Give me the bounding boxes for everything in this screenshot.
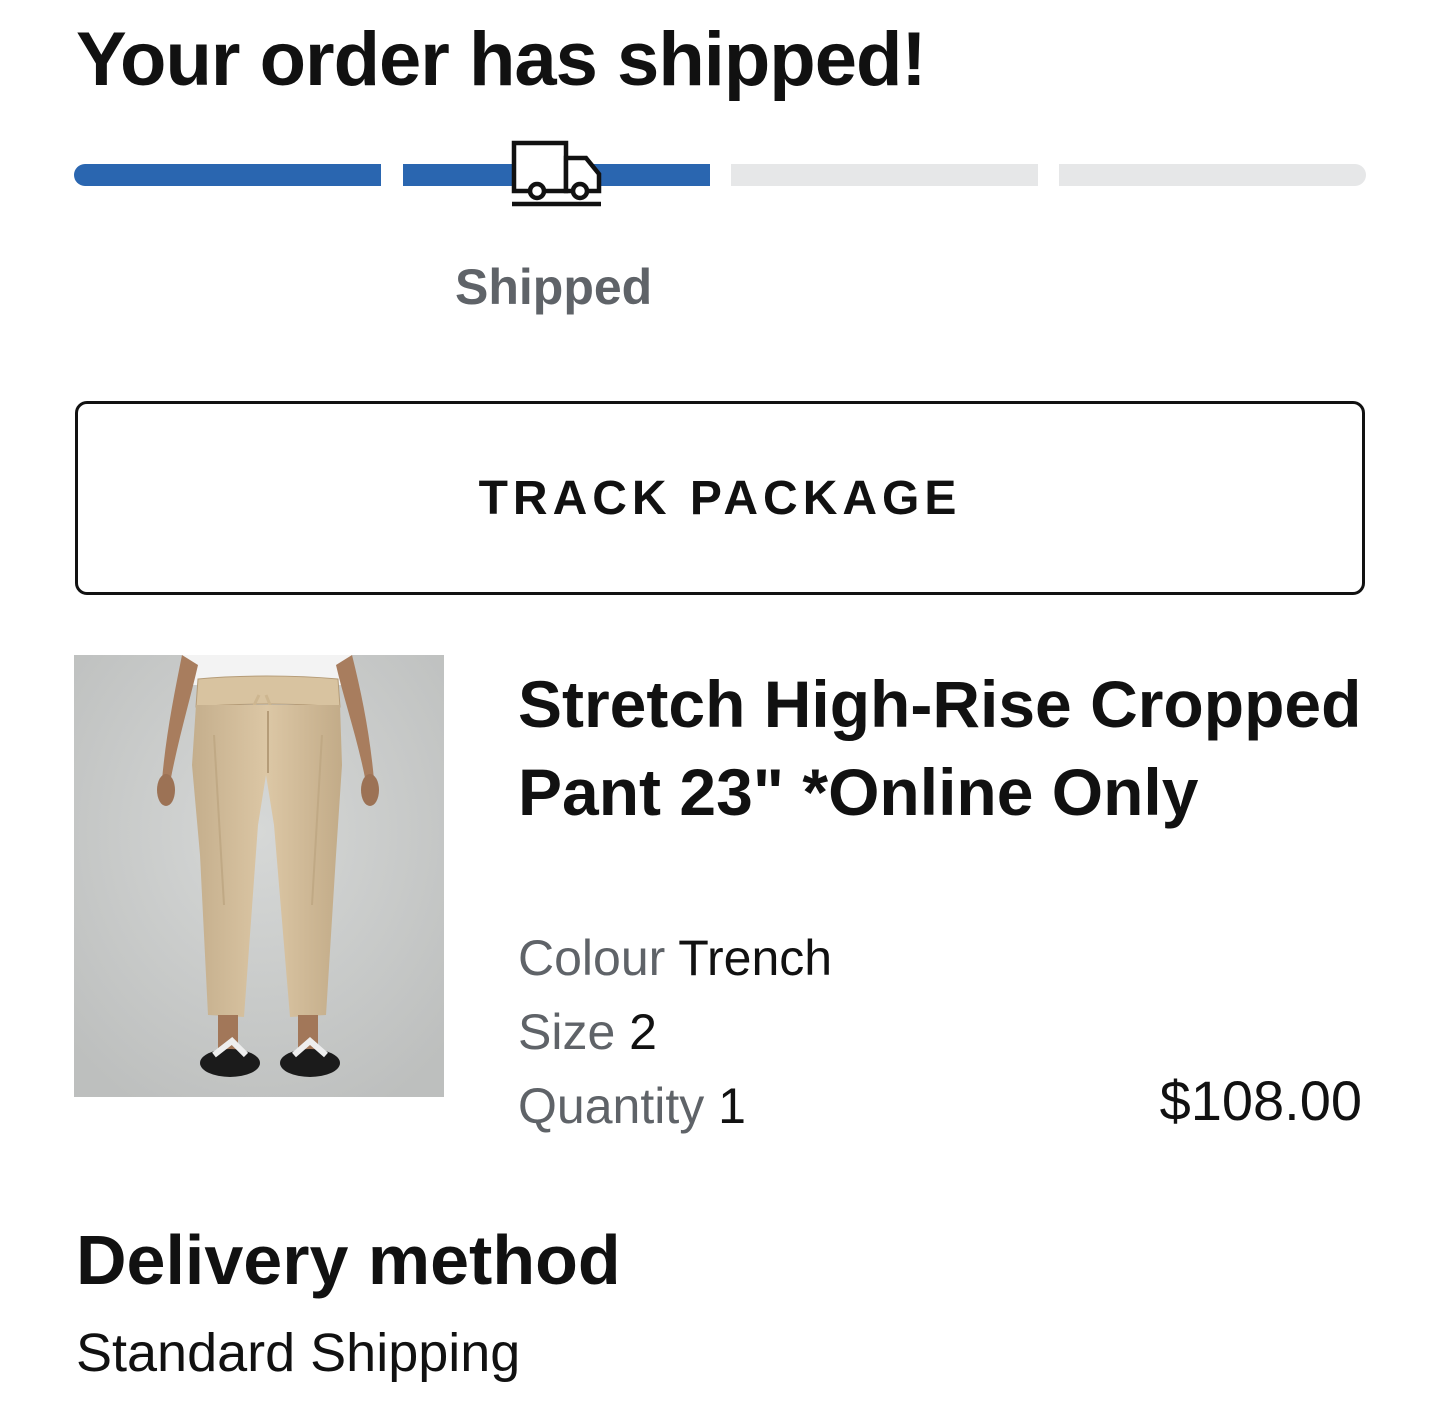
progress-step-delivered xyxy=(1059,164,1366,186)
product-quantity: Quantity 1 xyxy=(518,1076,746,1136)
progress-step-out-for-delivery xyxy=(731,164,1038,186)
colour-label: Colour xyxy=(518,930,666,986)
page-title: Your order has shipped! xyxy=(76,17,927,102)
shipping-progress-bar xyxy=(74,164,1366,186)
truck-icon xyxy=(508,138,604,210)
size-label: Size xyxy=(518,1004,616,1060)
progress-step-fill xyxy=(74,164,381,186)
size-value: 2 xyxy=(629,1004,657,1060)
product-size: Size 2 xyxy=(518,1002,657,1062)
product-colour: Colour Trench xyxy=(518,928,832,988)
colour-value: Trench xyxy=(678,930,833,986)
order-status-page: Your order has shipped! Shipped TRACK PA… xyxy=(0,0,1440,1417)
track-package-button[interactable]: TRACK PACKAGE xyxy=(75,401,1365,595)
delivery-method-value: Standard Shipping xyxy=(76,1323,521,1383)
progress-step-ordered xyxy=(74,164,381,186)
product-image[interactable] xyxy=(74,655,444,1097)
product-price: $108.00 xyxy=(1159,1069,1362,1132)
quantity-value: 1 xyxy=(718,1078,746,1134)
quantity-label: Quantity xyxy=(518,1078,705,1134)
progress-step-label: Shipped xyxy=(455,259,653,315)
track-package-label: TRACK PACKAGE xyxy=(478,471,962,525)
delivery-method-heading: Delivery method xyxy=(76,1221,621,1299)
product-name[interactable]: Stretch High-Rise Cropped Pant 23" *Onli… xyxy=(518,660,1378,836)
